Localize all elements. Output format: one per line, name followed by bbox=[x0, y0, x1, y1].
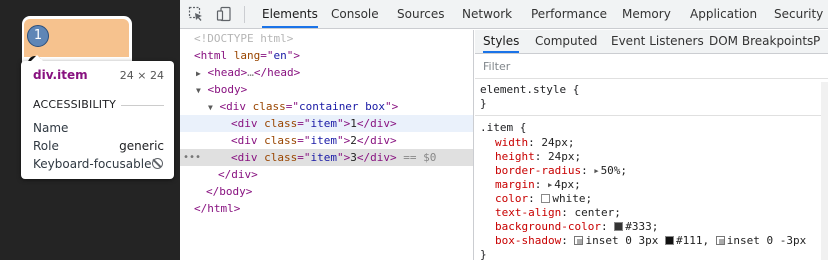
decl-box-shadow[interactable]: box-shadow: inset 0 3px #111, inset 0 -3… bbox=[475, 234, 828, 248]
device-toolbar-icon[interactable] bbox=[216, 6, 232, 22]
tab-event-listeners[interactable]: Event Listeners bbox=[611, 30, 704, 53]
devtools-tabbar: Elements Console Sources Network Perform… bbox=[180, 0, 828, 29]
decl-color[interactable]: color: white; bbox=[475, 192, 828, 206]
tooltip-dimensions: 24 × 24 bbox=[119, 69, 164, 82]
item-rule-close: } bbox=[480, 248, 487, 260]
sidebar-tabbar: Styles Computed Event Listeners DOM Brea… bbox=[475, 30, 828, 54]
tab-console[interactable]: Console bbox=[331, 0, 379, 28]
tab-elements[interactable]: Elements bbox=[262, 0, 318, 28]
inspect-tooltip: div.item 24 × 24 ACCESSIBILITY Name Role… bbox=[21, 55, 174, 179]
tree-node-body-close[interactable]: </body> bbox=[180, 183, 473, 200]
styles-scrollbar[interactable] bbox=[821, 82, 828, 260]
selected-node-marker: == $0 bbox=[403, 151, 437, 164]
color-swatch-dark[interactable] bbox=[614, 222, 624, 231]
tab-application[interactable]: Application bbox=[690, 0, 757, 28]
decl-width[interactable]: width: 24px; bbox=[475, 136, 828, 150]
tab-properties[interactable]: P bbox=[813, 30, 820, 53]
filter-placeholder: Filter bbox=[483, 60, 511, 73]
tree-node-container[interactable]: ▼ <div class="container box"> bbox=[180, 98, 473, 115]
tree-node-item-1[interactable]: <div class="item">1</div> bbox=[180, 115, 473, 132]
tree-node-div-close[interactable]: </div> bbox=[180, 166, 473, 183]
tooltip-row-label: Name bbox=[33, 121, 69, 135]
item-rule-selector[interactable]: .item { bbox=[475, 121, 828, 135]
elements-tree: <!DOCTYPE html> <html lang="en"> ▶ <head… bbox=[180, 30, 474, 260]
tooltip-section-title: ACCESSIBILITY bbox=[33, 98, 117, 111]
toolbar-divider bbox=[244, 6, 245, 23]
tooltip-row-value: generic bbox=[119, 139, 164, 153]
tree-node-head[interactable]: ▶ <head>…</head> bbox=[180, 64, 473, 81]
tree-node-body[interactable]: ▼ <body> bbox=[180, 81, 473, 98]
collapse-arrow-icon[interactable]: ▼ bbox=[196, 86, 201, 95]
element-style-close: } bbox=[480, 97, 487, 110]
tab-styles[interactable]: Styles bbox=[483, 30, 520, 53]
color-swatch-white[interactable] bbox=[541, 194, 551, 203]
tab-dom-breakpoints[interactable]: DOM Breakpoints bbox=[709, 30, 813, 53]
tooltip-row-label: Keyboard-focusable bbox=[33, 157, 152, 171]
tab-network[interactable]: Network bbox=[462, 0, 512, 28]
inspect-element-icon[interactable] bbox=[188, 6, 204, 22]
page-preview: 1 div.item 24 × 24 ACCESSIBILITY Name Ro… bbox=[0, 0, 180, 260]
tooltip-row-name: Name bbox=[33, 121, 164, 135]
more-options-icon[interactable]: ••• bbox=[183, 149, 201, 166]
item-circle[interactable]: 1 bbox=[27, 25, 49, 47]
tab-security[interactable]: Security bbox=[774, 0, 823, 28]
tab-performance[interactable]: Performance bbox=[531, 0, 607, 28]
color-swatch-shadow[interactable] bbox=[664, 236, 674, 245]
tree-node-html[interactable]: <html lang="en"> bbox=[180, 47, 473, 64]
styles-filter-input[interactable]: Filter bbox=[475, 55, 828, 79]
tree-node-html-close[interactable]: </html> bbox=[180, 200, 473, 217]
tab-sources[interactable]: Sources bbox=[397, 0, 444, 28]
decl-height[interactable]: height: 24px; bbox=[475, 150, 828, 164]
tooltip-divider bbox=[121, 105, 164, 106]
decl-margin[interactable]: margin: ▶ 4px; bbox=[475, 178, 828, 192]
tab-memory[interactable]: Memory bbox=[622, 0, 671, 28]
tooltip-tag: div.item bbox=[33, 68, 88, 82]
decl-border-radius[interactable]: border-radius: ▶ 50%; bbox=[475, 164, 828, 178]
collapse-arrow-icon[interactable]: ▼ bbox=[208, 103, 213, 112]
expand-triangle-icon[interactable]: ▶ bbox=[548, 178, 552, 192]
tooltip-row-role: Role generic bbox=[33, 139, 164, 153]
styles-rules: element.style { } .item { width: 24px; h… bbox=[475, 80, 828, 260]
rule-divider bbox=[475, 115, 828, 116]
decl-background-color[interactable]: background-color: #333; bbox=[475, 220, 828, 234]
decl-text-align[interactable]: text-align: center; bbox=[475, 206, 828, 220]
tree-node-item-3-selected[interactable]: ••• <div class="item">3</div> == $0 bbox=[180, 149, 473, 166]
not-focusable-icon bbox=[152, 158, 164, 169]
expand-triangle-icon[interactable]: ▶ bbox=[594, 164, 598, 178]
element-style-selector[interactable]: element.style { bbox=[475, 83, 828, 97]
tree-node-item-2[interactable]: <div class="item">2</div> bbox=[180, 132, 473, 149]
tab-computed[interactable]: Computed bbox=[535, 30, 597, 53]
shadow-editor-icon[interactable] bbox=[715, 236, 725, 245]
expand-arrow-icon[interactable]: ▶ bbox=[196, 69, 201, 78]
tooltip-row-label: Role bbox=[33, 139, 59, 153]
tree-node-doctype[interactable]: <!DOCTYPE html> bbox=[180, 30, 473, 47]
shadow-editor-icon[interactable] bbox=[574, 236, 584, 245]
tooltip-row-keyboard: Keyboard-focusable bbox=[33, 157, 164, 171]
